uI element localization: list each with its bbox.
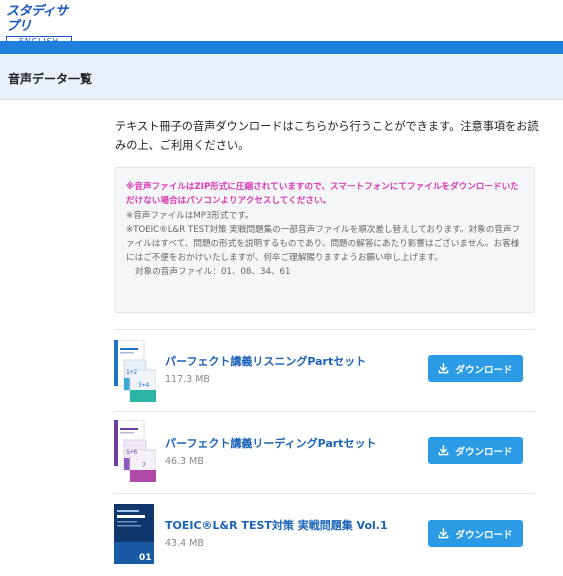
logo-text: スタディサプリ <box>6 4 68 34</box>
download-button[interactable]: ダウンロード <box>428 437 523 464</box>
item-title[interactable]: パーフェクト講義リスニングPartセット <box>165 353 366 369</box>
download-button-label: ダウンロード <box>455 364 513 376</box>
svg-text:7: 7 <box>142 462 146 469</box>
header-bar <box>0 41 563 54</box>
list-item: 5•6 7 パーフェクト講義リーディングPartセット 46.3 MB ダウンロ… <box>114 412 535 494</box>
list-item: 1•2 3•4 パーフェクト講義リスニングPartセット 117.3 MB ダウ… <box>114 330 535 412</box>
page-title: 音声データ一覧 <box>8 72 93 86</box>
item-size: 117.3 MB <box>165 374 210 385</box>
intro-text: テキスト冊子の音声ダウンロードはこちらから行うことができます。注意事項をお読みの… <box>115 120 539 152</box>
download-button-label: ダウンロード <box>455 446 513 458</box>
svg-text:01: 01 <box>139 553 152 563</box>
notice-box: ※音声ファイルはZIP形式に圧縮されていますので、スマートフォンにてファイルをダ… <box>114 167 535 313</box>
notice-targets: 対象の音声ファイル：01、08、34、61 <box>135 267 291 277</box>
notice-format: ※音声ファイルはMP3形式です。 <box>126 211 254 221</box>
notice-warning: ※音声ファイルはZIP形式に圧縮されていますので、スマートフォンにてファイルをダ… <box>126 182 519 206</box>
download-icon <box>439 445 449 456</box>
download-button-label: ダウンロード <box>455 529 513 541</box>
item-size: 46.3 MB <box>165 456 204 467</box>
book-cover-thumbnail: 1•2 3•4 <box>114 340 156 402</box>
item-title[interactable]: TOEIC®L&R TEST対策 実戦問題集 Vol.1 <box>165 517 388 533</box>
svg-text:5•6: 5•6 <box>126 449 137 456</box>
book-cover-thumbnail: 5•6 7 <box>114 420 156 482</box>
download-button[interactable]: ダウンロード <box>428 355 523 382</box>
list-item: 01 TOEIC®L&R TEST対策 実戦問題集 Vol.1 43.4 MB … <box>114 494 535 576</box>
book-cover-thumbnail: 01 <box>114 504 154 564</box>
download-button[interactable]: ダウンロード <box>428 520 523 547</box>
item-title[interactable]: パーフェクト講義リーディングPartセット <box>165 435 376 451</box>
site-header: スタディサプリ ENGLISH <box>0 0 563 47</box>
svg-text:1•2: 1•2 <box>126 369 137 376</box>
download-icon <box>439 528 449 539</box>
notice-replace: ※TOEIC®L&R TEST対策 実戦問題集の一部音声ファイルを順次差し替えし… <box>126 225 521 263</box>
title-band: 音声データ一覧 <box>0 54 563 100</box>
item-size: 43.4 MB <box>165 538 204 549</box>
download-icon <box>439 363 449 374</box>
svg-text:3•4: 3•4 <box>138 382 149 389</box>
